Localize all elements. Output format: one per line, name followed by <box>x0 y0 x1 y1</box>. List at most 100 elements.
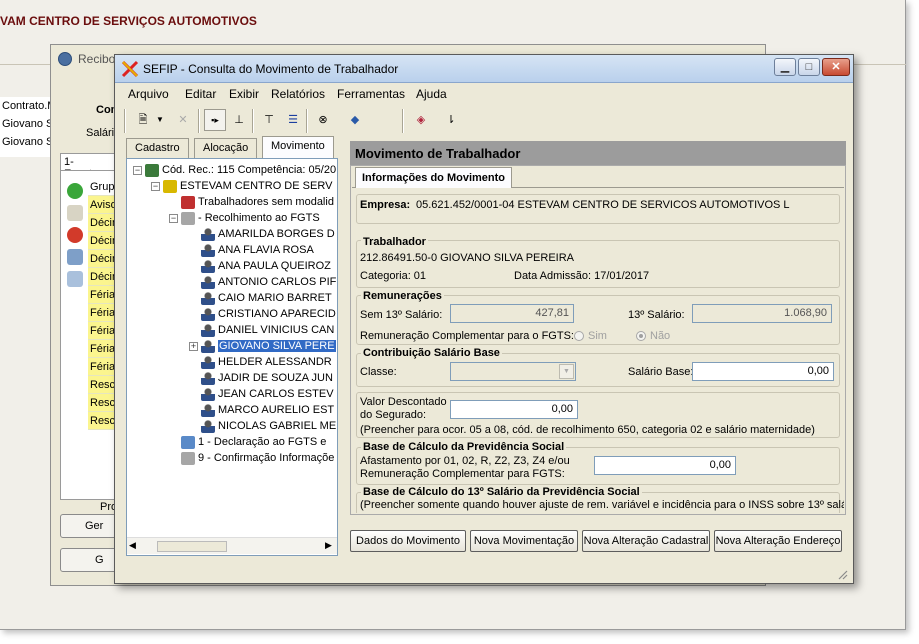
tree-worker-selected[interactable]: GIOVANO SILVA PERE <box>201 338 336 354</box>
tree-worker[interactable]: CRISTIANO APARECID <box>201 306 336 322</box>
tab-cadastro[interactable]: Cadastro <box>126 138 189 158</box>
add-icon[interactable] <box>67 183 83 199</box>
resize-grip-icon[interactable] <box>836 568 848 580</box>
menu-exibir[interactable]: Exibir <box>229 87 259 101</box>
table-row[interactable]: Féria <box>88 358 116 376</box>
nova-alteracao-endereco-button[interactable]: Nova Alteração Endereço <box>714 530 842 552</box>
delete-icon[interactable]: ✕ <box>172 109 194 131</box>
table-row[interactable]: Resci <box>88 412 116 430</box>
collapse-toggle[interactable]: − <box>151 182 160 191</box>
ok-button[interactable]: G <box>60 548 118 572</box>
tree-worker[interactable]: ANA PAULA QUEIROZ <box>201 258 331 274</box>
tree-icon[interactable]: ⊤ <box>258 109 280 131</box>
move-icon[interactable]: ▪▸ <box>204 109 226 131</box>
tree-worker[interactable]: JEAN CARLOS ESTEV <box>201 386 334 402</box>
tree-worker[interactable]: MARCO AURELIO EST <box>201 402 334 418</box>
worker-name: DANIEL VINICIUS CAN <box>218 324 335 336</box>
tree-no-mode[interactable]: Trabalhadores sem modalid <box>181 194 334 210</box>
report-icon[interactable] <box>67 271 83 287</box>
table-row[interactable]: Aviso <box>88 196 116 214</box>
list-item[interactable]: Contrato.M <box>0 97 54 115</box>
radio-nao[interactable]: Não <box>636 330 670 342</box>
scroll-right-icon[interactable]: ▶ <box>325 540 332 551</box>
table-row[interactable]: Resci <box>88 394 116 412</box>
table-row[interactable]: Féria <box>88 340 116 358</box>
worker-name: AMARILDA BORGES D <box>218 228 335 240</box>
expand-toggle[interactable]: + <box>189 342 198 351</box>
tree-confirmacao[interactable]: 9 - Confirmação Informaçõe <box>181 450 334 466</box>
table-row[interactable]: Décin <box>88 214 116 232</box>
generate-button[interactable]: Ger <box>60 514 118 538</box>
tree-worker[interactable]: DANIEL VINICIUS CAN <box>201 322 334 338</box>
chevron-down-icon[interactable]: ▼ <box>559 364 574 379</box>
dados-movimento-button[interactable]: Dados do Movimento <box>350 530 466 552</box>
menu-bar: Arquivo Editar Exibir Relatórios Ferrame… <box>118 84 848 104</box>
scroll-thumb[interactable] <box>157 541 227 552</box>
collapse-toggle[interactable]: − <box>169 214 178 223</box>
eraser-icon[interactable]: ◈ <box>410 109 432 131</box>
tree-worker[interactable]: HELDER ALESSANDR <box>201 354 332 370</box>
tab-movimento[interactable]: Movimento <box>262 136 334 159</box>
menu-ferramentas[interactable]: Ferramentas <box>337 87 405 101</box>
tree-declaracao[interactable]: 1 - Declaração ao FGTS e <box>181 434 326 450</box>
table-row[interactable]: Féria <box>88 322 116 340</box>
horizontal-scrollbar[interactable]: ◀ ▶ <box>127 537 337 554</box>
tree-worker[interactable]: JADIR DE SOUZA JUN <box>201 370 333 386</box>
tree-company[interactable]: ESTEVAM CENTRO DE SERV <box>163 178 332 194</box>
exit-icon[interactable]: ⇂ <box>440 109 462 131</box>
close-button[interactable]: ✕ <box>822 58 850 76</box>
table-row[interactable]: Resci <box>88 376 116 394</box>
list-icon[interactable]: ☰ <box>282 109 304 131</box>
com13-input[interactable]: 1.068,90 <box>692 304 832 323</box>
radio-nao-circle[interactable] <box>636 331 646 342</box>
table-row[interactable]: Décin <box>88 250 116 268</box>
menu-arquivo[interactable]: Arquivo <box>128 87 169 101</box>
table-row[interactable]: Féria <box>88 304 116 322</box>
tree-worker[interactable]: CAIO MARIO BARRET <box>201 290 332 306</box>
menu-relatorios[interactable]: Relatórios <box>271 87 325 101</box>
trabalhador-value: 212.86491.50-0 GIOVANO SILVA PEREIRA <box>360 252 575 264</box>
table-row[interactable]: Décin <box>88 268 116 286</box>
tree-worker[interactable]: AMARILDA BORGES D <box>201 226 335 242</box>
tree-worker[interactable]: ANTONIO CARLOS PIF <box>201 274 336 290</box>
person-icon <box>201 355 215 369</box>
cube-icon[interactable]: ◆ <box>344 109 366 131</box>
minimize-button[interactable]: ▁ <box>774 58 796 76</box>
list-item[interactable]: Giovano Si <box>0 115 54 133</box>
tree-root[interactable]: Cód. Rec.: 115 Competência: 05/20 <box>145 162 336 178</box>
table-row[interactable]: Féria <box>88 286 116 304</box>
list-item[interactable]: Giovano Si <box>0 133 54 151</box>
ok-label: G <box>95 554 104 566</box>
base13-label: Base de Cálculo do 13º Salário da Previd… <box>361 486 642 498</box>
document-icon[interactable] <box>67 249 83 265</box>
menu-ajuda[interactable]: Ajuda <box>416 87 447 101</box>
classe-select[interactable]: ▼ <box>450 362 576 381</box>
hierarchy-icon[interactable]: ⊥ <box>228 109 250 131</box>
table-row[interactable]: Décin <box>88 232 116 250</box>
delete-icon[interactable] <box>67 227 83 243</box>
dropdown-arrow-icon[interactable]: ▼ <box>154 109 166 131</box>
tab-eventos[interactable]: 1-Eventos <box>60 153 116 180</box>
afast-input[interactable]: 0,00 <box>594 456 736 475</box>
collapse-toggle[interactable]: − <box>133 166 142 175</box>
sem13-input[interactable]: 427,81 <box>450 304 574 323</box>
new-document-icon[interactable]: 🗎 <box>132 109 154 131</box>
desc-input[interactable]: 0,00 <box>450 400 578 419</box>
nova-movimentacao-button[interactable]: Nova Movimentação <box>470 530 578 552</box>
salario-base-input[interactable]: 0,00 <box>692 362 834 381</box>
tree-worker[interactable]: NICOLAS GABRIEL ME <box>201 418 336 434</box>
tab-alocacao[interactable]: Alocação <box>194 138 258 158</box>
scroll-left-icon[interactable]: ◀ <box>129 540 136 551</box>
radio-sim[interactable]: Sim <box>574 330 607 342</box>
compl-label: Remuneração Complementar para o FGTS: <box>360 330 574 342</box>
menu-editar[interactable]: Editar <box>185 87 216 101</box>
person-icon <box>201 275 215 289</box>
tree-worker[interactable]: ANA FLAVIA ROSA <box>201 242 314 258</box>
maximize-button[interactable]: □ <box>798 58 820 76</box>
binoculars-icon[interactable]: ⊗ <box>312 109 334 131</box>
edit-icon[interactable] <box>67 205 83 221</box>
radio-sim-circle[interactable] <box>574 331 584 342</box>
tab-informacoes-movimento[interactable]: Informações do Movimento <box>355 167 513 188</box>
tree-recolhimento[interactable]: - Recolhimento ao FGTS <box>181 210 320 226</box>
nova-alteracao-cadastral-button[interactable]: Nova Alteração Cadastral <box>582 530 710 552</box>
